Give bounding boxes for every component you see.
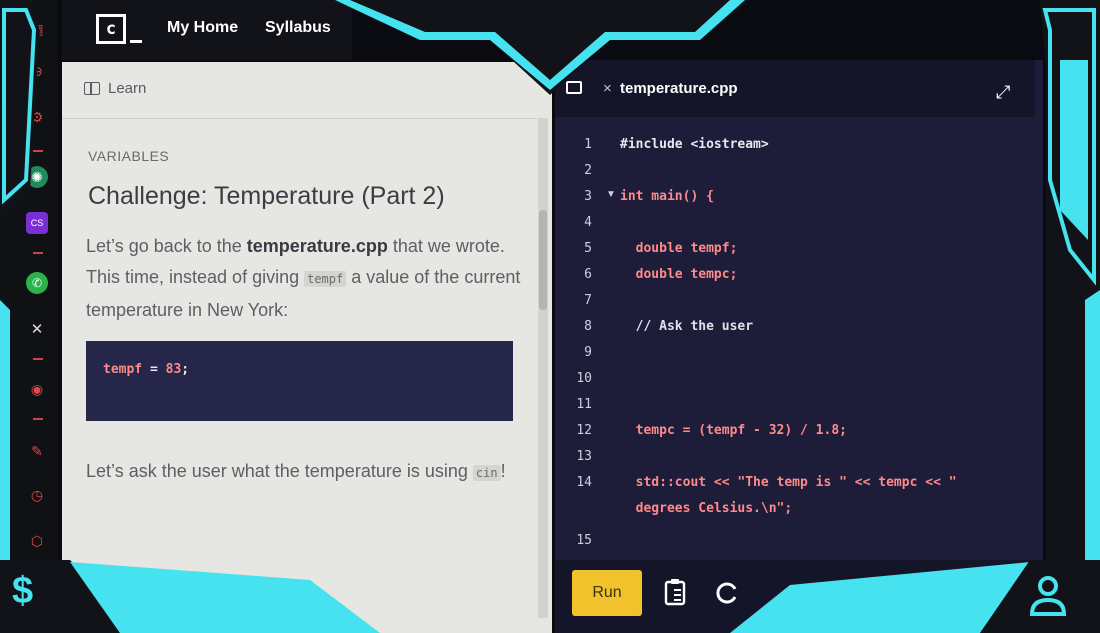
user-icon[interactable] (1028, 574, 1068, 618)
dollar-icon[interactable]: $ (12, 570, 33, 613)
screen: ▣ ⊕ ⚙ ✺ CS ✆ ✕ ◉ ✎ ◷ ⬡ c My Home Syllabu… (0, 0, 1100, 633)
decorative-frame (0, 0, 1100, 633)
